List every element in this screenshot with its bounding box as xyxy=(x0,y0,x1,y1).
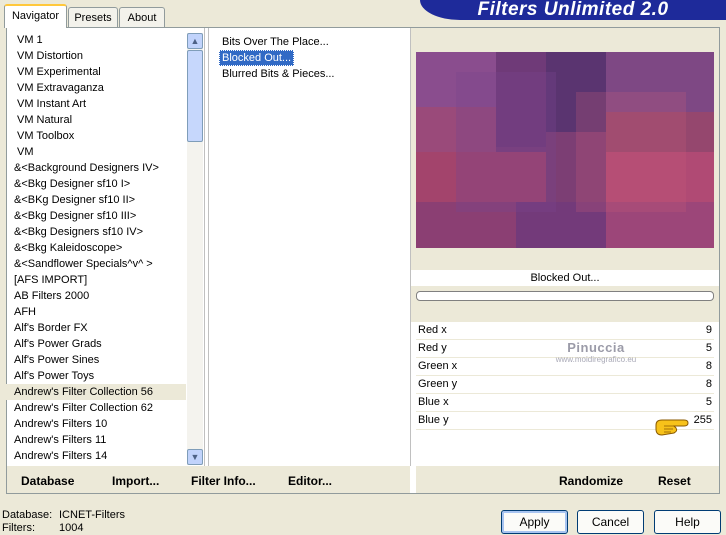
preview-margin xyxy=(411,28,719,52)
param-name: Green x xyxy=(418,360,458,372)
watermark-name: Pinuccia xyxy=(567,340,625,355)
app-banner-title: Filters Unlimited 2.0 xyxy=(420,0,726,20)
randomize-link[interactable]: Randomize xyxy=(559,474,623,488)
param-row[interactable]: Green y 8 xyxy=(416,376,714,394)
param-name: Green y xyxy=(418,378,458,390)
category-item[interactable]: VM Toolbox xyxy=(6,128,186,144)
progress-bar xyxy=(416,291,714,301)
filter-item[interactable]: Blurred Bits & Pieces... xyxy=(219,66,338,82)
divider xyxy=(204,28,205,466)
category-item[interactable]: Alf's Border FX xyxy=(6,320,186,336)
param-name: Red y xyxy=(418,342,447,354)
category-item[interactable]: &<Sandflower Specials^v^ > xyxy=(6,256,186,272)
status-db-label: Database: xyxy=(2,509,53,521)
cancel-button[interactable]: Cancel xyxy=(577,510,644,534)
status-filters-value: 1004 xyxy=(59,522,84,534)
category-item[interactable]: Andrew's Filters 11 xyxy=(6,432,186,448)
preview-caption: Blocked Out... xyxy=(530,272,600,284)
category-item[interactable]: VM Distortion xyxy=(6,48,186,64)
category-item[interactable]: VM Experimental xyxy=(6,64,186,80)
scroll-down-icon[interactable]: ▼ xyxy=(187,449,203,465)
category-item[interactable]: Andrew's Filters 14 xyxy=(6,448,186,464)
category-item[interactable]: AFH xyxy=(6,304,186,320)
category-item[interactable]: Andrew's Filter Collection 56 xyxy=(6,384,186,400)
filter-info-link[interactable]: Filter Info... xyxy=(191,474,256,488)
watermark-url: www.moidiregrafico.eu xyxy=(555,355,637,364)
param-value[interactable]: 8 xyxy=(706,360,712,372)
param-value[interactable]: 9 xyxy=(706,324,712,336)
status-db-value: ICNET-Filters xyxy=(59,509,125,521)
category-list[interactable]: VM 1 VM Distortion VM Experimental VM Extra… xyxy=(6,32,186,465)
scroll-thumb[interactable] xyxy=(187,50,203,142)
param-value[interactable]: 8 xyxy=(706,378,712,390)
apply-button[interactable]: Apply xyxy=(501,510,568,534)
category-item[interactable]: Andrew's Filter Collection 62 xyxy=(6,400,186,416)
preview-margin xyxy=(714,52,719,248)
category-item[interactable]: [AFS IMPORT] xyxy=(6,272,186,288)
filter-list[interactable]: Bits Over The Place... Blocked Out... Blur… xyxy=(219,34,409,82)
import-link[interactable]: Import... xyxy=(112,474,159,488)
category-item[interactable]: VM Instant Art xyxy=(6,96,186,112)
param-value[interactable]: 255 xyxy=(694,414,712,426)
param-row[interactable]: Blue x 5 xyxy=(416,394,714,412)
param-name: Red x xyxy=(418,324,447,336)
category-item[interactable]: AB Filters 2000 xyxy=(6,288,186,304)
category-item[interactable]: VM xyxy=(6,144,186,160)
param-value[interactable]: 5 xyxy=(706,342,712,354)
category-item[interactable]: Alf's Power Sines xyxy=(6,352,186,368)
filter-item[interactable]: Bits Over The Place... xyxy=(219,34,332,50)
category-item[interactable]: &<Bkg Designer sf10 III> xyxy=(6,208,186,224)
filter-preview-image xyxy=(416,52,714,248)
category-item[interactable]: &<Bkg Kaleidoscope> xyxy=(6,240,186,256)
category-item[interactable]: &<Bkg Designers sf10 IV> xyxy=(6,224,186,240)
tab-presets[interactable]: Presets xyxy=(68,7,118,27)
category-item[interactable]: &<Bkg Designer sf10 I> xyxy=(6,176,186,192)
divider xyxy=(208,28,209,466)
category-item[interactable]: Alf's Power Toys xyxy=(6,368,186,384)
category-item[interactable]: VM 1 xyxy=(6,32,186,48)
param-name: Blue y xyxy=(418,414,449,426)
scroll-up-icon[interactable]: ▲ xyxy=(187,33,203,49)
category-item[interactable]: &<Background Designers IV> xyxy=(6,160,186,176)
category-item[interactable]: VM Extravaganza xyxy=(6,80,186,96)
category-item[interactable]: Andrew's Filters 10 xyxy=(6,416,186,432)
param-name: Blue x xyxy=(418,396,449,408)
tab-about[interactable]: About xyxy=(119,7,165,27)
pointing-hand-icon xyxy=(654,416,690,438)
preview-margin xyxy=(411,248,719,270)
category-item[interactable]: &<BKg Designer sf10 II> xyxy=(6,192,186,208)
status-filters-label: Filters: xyxy=(2,522,35,534)
database-link[interactable]: Database xyxy=(21,474,74,488)
watermark: Pinuccia www.moidiregrafico.eu xyxy=(546,340,646,364)
category-item[interactable]: Alf's Power Grads xyxy=(6,336,186,352)
category-scrollbar[interactable]: ▲ ▼ xyxy=(187,33,203,465)
reset-link[interactable]: Reset xyxy=(658,474,691,488)
help-button[interactable]: Help xyxy=(654,510,721,534)
param-row[interactable]: Red x 9 xyxy=(416,322,714,340)
editor-link[interactable]: Editor... xyxy=(288,474,332,488)
filter-item[interactable]: Blocked Out... xyxy=(219,50,295,66)
category-item[interactable]: VM Natural xyxy=(6,112,186,128)
param-value[interactable]: 5 xyxy=(706,396,712,408)
preview-margin xyxy=(411,52,416,248)
tab-navigator[interactable]: Navigator xyxy=(4,4,67,28)
